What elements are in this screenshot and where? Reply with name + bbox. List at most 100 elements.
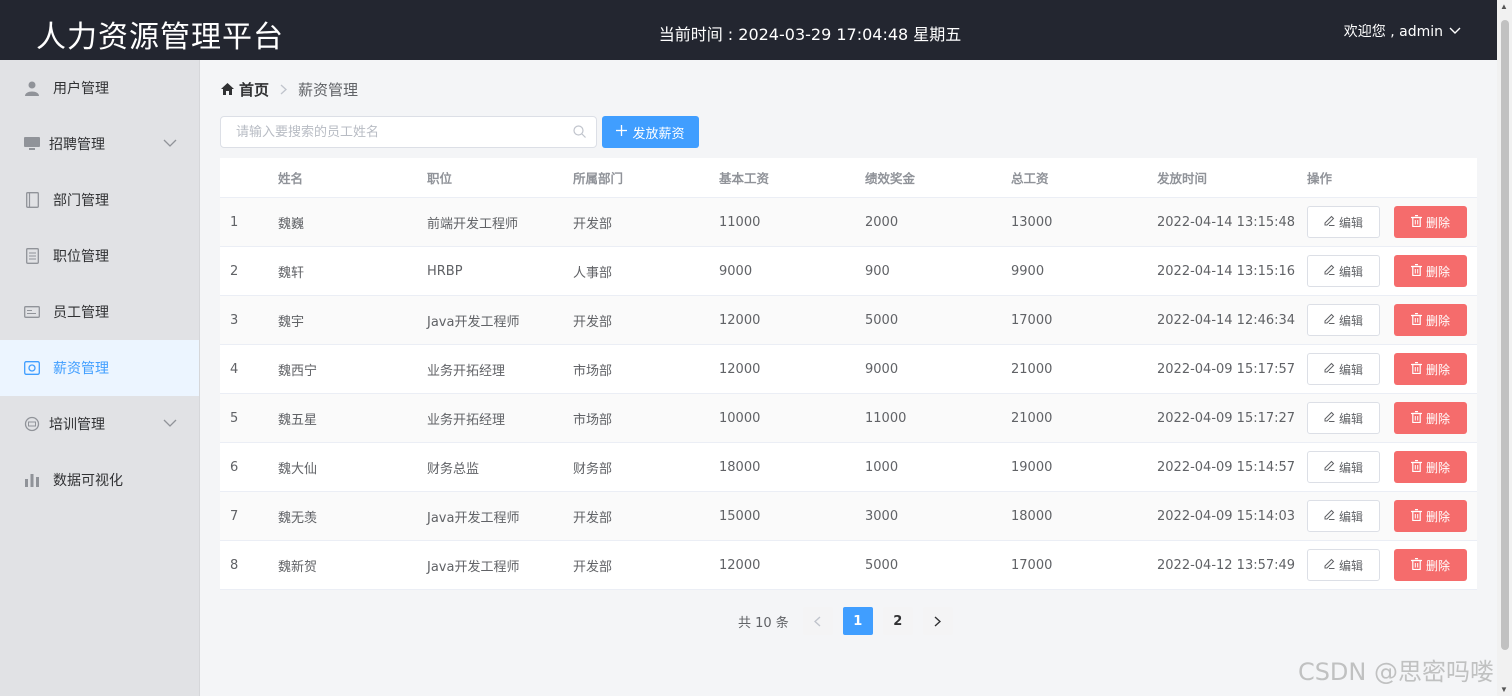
column-header-name: 姓名 <box>278 171 304 186</box>
cell-performance-bonus: 5000 <box>865 312 899 328</box>
trash-icon <box>1410 361 1422 377</box>
cell-total-salary: 21000 <box>1011 361 1053 377</box>
edit-button[interactable]: 编辑 <box>1307 402 1380 434</box>
edit-label: 编辑 <box>1338 558 1363 573</box>
edit-label: 编辑 <box>1338 362 1363 377</box>
edit-button[interactable]: 编辑 <box>1307 206 1380 238</box>
sidebar-item-employees[interactable]: 员工管理 <box>0 284 199 340</box>
sidebar-item-recruitment[interactable]: 招聘管理 <box>0 116 199 172</box>
cell-base-salary: 9000 <box>719 263 753 279</box>
chevron-down-icon <box>163 416 177 432</box>
home-icon <box>221 81 234 99</box>
column-header-department: 所属部门 <box>573 171 624 186</box>
trash-icon <box>1410 508 1422 524</box>
page-button-1[interactable]: 1 <box>842 607 873 635</box>
cell-position: Java开发工程师 <box>427 314 520 330</box>
cell-performance-bonus: 5000 <box>865 557 899 573</box>
cell-total-salary: 17000 <box>1011 557 1053 573</box>
chevron-left-icon <box>814 615 821 627</box>
top-header: 人力资源管理平台 当前时间 : 2024-03-29 17:04:48 星期五 … <box>0 0 1497 60</box>
cell-total-salary: 17000 <box>1011 312 1053 328</box>
sidebar-item-training[interactable]: 培训管理 <box>0 396 199 452</box>
delete-button[interactable]: 删除 <box>1394 451 1467 483</box>
sidebar-item-salary[interactable]: 薪资管理 <box>0 340 199 396</box>
delete-button[interactable]: 删除 <box>1394 402 1467 434</box>
chevron-down-icon <box>1449 23 1461 39</box>
breadcrumb-home[interactable]: 首页 <box>221 79 269 100</box>
id-card-icon <box>24 304 40 320</box>
delete-button[interactable]: 删除 <box>1394 353 1467 385</box>
chevron-right-icon <box>280 81 287 99</box>
cell-employee-name: 魏大仙 <box>278 461 318 477</box>
cell-issue-time: 2022-04-09 15:17:57 <box>1157 361 1296 377</box>
pagination-total: 共 10 条 <box>738 615 789 631</box>
cell-performance-bonus: 2000 <box>865 214 899 230</box>
money-icon <box>24 360 40 376</box>
edit-label: 编辑 <box>1338 411 1363 426</box>
table-row: 8 魏新贺 Java开发工程师 开发部 12000 5000 17000 2022-04-12… <box>220 541 1477 590</box>
column-header-issue-time: 发放时间 <box>1157 171 1208 186</box>
cell-total-salary: 9900 <box>1011 263 1045 279</box>
sidebar-item-departments[interactable]: 部门管理 <box>0 172 199 228</box>
column-header-base-salary: 基本工资 <box>719 171 770 186</box>
cell-employee-name: 魏新贺 <box>278 559 318 575</box>
vertical-scrollbar[interactable]: ▲ ▼ <box>1497 0 1512 696</box>
breadcrumb: 首页 薪资管理 <box>221 79 358 100</box>
cell-department: 开发部 <box>573 314 613 330</box>
table-row: 6 魏大仙 财务总监 财务部 18000 1000 19000 2022-04-09 15:1… <box>220 443 1477 492</box>
column-header-bonus: 绩效奖金 <box>865 171 916 186</box>
edit-button[interactable]: 编辑 <box>1307 549 1380 581</box>
sidebar-item-label: 部门管理 <box>53 193 109 209</box>
user-greeting: 欢迎您 , admin <box>1343 24 1443 40</box>
table-row: 4 魏西宁 业务开拓经理 市场部 12000 9000 21000 2022-04-09 15… <box>220 345 1477 394</box>
sidebar-item-users[interactable]: 用户管理 <box>0 60 199 116</box>
prev-page-button[interactable] <box>802 607 833 635</box>
delete-button[interactable]: 删除 <box>1394 549 1467 581</box>
edit-icon <box>1324 509 1335 523</box>
cell-base-salary: 12000 <box>719 312 761 328</box>
delete-label: 删除 <box>1425 509 1450 524</box>
cell-issue-time: 2022-04-14 13:15:48 <box>1157 214 1296 230</box>
edit-icon <box>1324 215 1335 229</box>
cell-employee-name: 魏西宁 <box>278 363 318 379</box>
cell-row-index: 8 <box>230 557 239 573</box>
issue-salary-button[interactable]: 发放薪资 <box>602 116 699 148</box>
cell-department: 财务部 <box>573 461 613 477</box>
breadcrumb-home-label: 首页 <box>239 81 270 99</box>
cell-row-index: 4 <box>230 361 239 377</box>
edit-button[interactable]: 编辑 <box>1307 304 1380 336</box>
trash-icon <box>1410 459 1422 475</box>
cell-issue-time: 2022-04-09 15:14:57 <box>1157 459 1296 475</box>
sidebar-item-data-visualization[interactable]: 数据可视化 <box>0 452 199 508</box>
scroll-down-icon[interactable]: ▼ <box>1500 685 1508 694</box>
cell-base-salary: 12000 <box>719 557 761 573</box>
delete-button[interactable]: 删除 <box>1394 255 1467 287</box>
edit-button[interactable]: 编辑 <box>1307 353 1380 385</box>
sidebar-item-label: 员工管理 <box>53 305 109 321</box>
delete-button[interactable]: 删除 <box>1394 206 1467 238</box>
scroll-up-icon[interactable]: ▲ <box>1500 2 1508 11</box>
cell-performance-bonus: 3000 <box>865 508 899 524</box>
chevron-down-icon <box>163 136 177 152</box>
table-row: 1 魏巍 前端开发工程师 开发部 11000 2000 13000 2022-04-14 13… <box>220 198 1477 247</box>
search-icon[interactable] <box>573 125 586 143</box>
search-input[interactable] <box>221 117 561 147</box>
scrollbar-thumb[interactable] <box>1501 20 1509 650</box>
edit-icon <box>1324 264 1335 278</box>
delete-label: 删除 <box>1425 215 1450 230</box>
edit-button[interactable]: 编辑 <box>1307 500 1380 532</box>
page-button-2[interactable]: 2 <box>882 607 913 635</box>
edit-button[interactable]: 编辑 <box>1307 255 1380 287</box>
edit-label: 编辑 <box>1338 509 1363 524</box>
cell-issue-time: 2022-04-14 13:15:16 <box>1157 263 1296 279</box>
cell-position: HRBP <box>427 263 463 279</box>
next-page-button[interactable] <box>922 607 953 635</box>
user-menu[interactable]: 欢迎您 , admin <box>1344 21 1461 41</box>
edit-button[interactable]: 编辑 <box>1307 451 1380 483</box>
delete-button[interactable]: 删除 <box>1394 304 1467 336</box>
sidebar-item-positions[interactable]: 职位管理 <box>0 228 199 284</box>
salary-table: 姓名 职位 所属部门 基本工资 绩效奖金 总工资 发放时间 操作 1 魏巍 前端开发… <box>220 158 1477 590</box>
column-header-position: 职位 <box>427 171 453 186</box>
delete-label: 删除 <box>1425 411 1450 426</box>
delete-button[interactable]: 删除 <box>1394 500 1467 532</box>
